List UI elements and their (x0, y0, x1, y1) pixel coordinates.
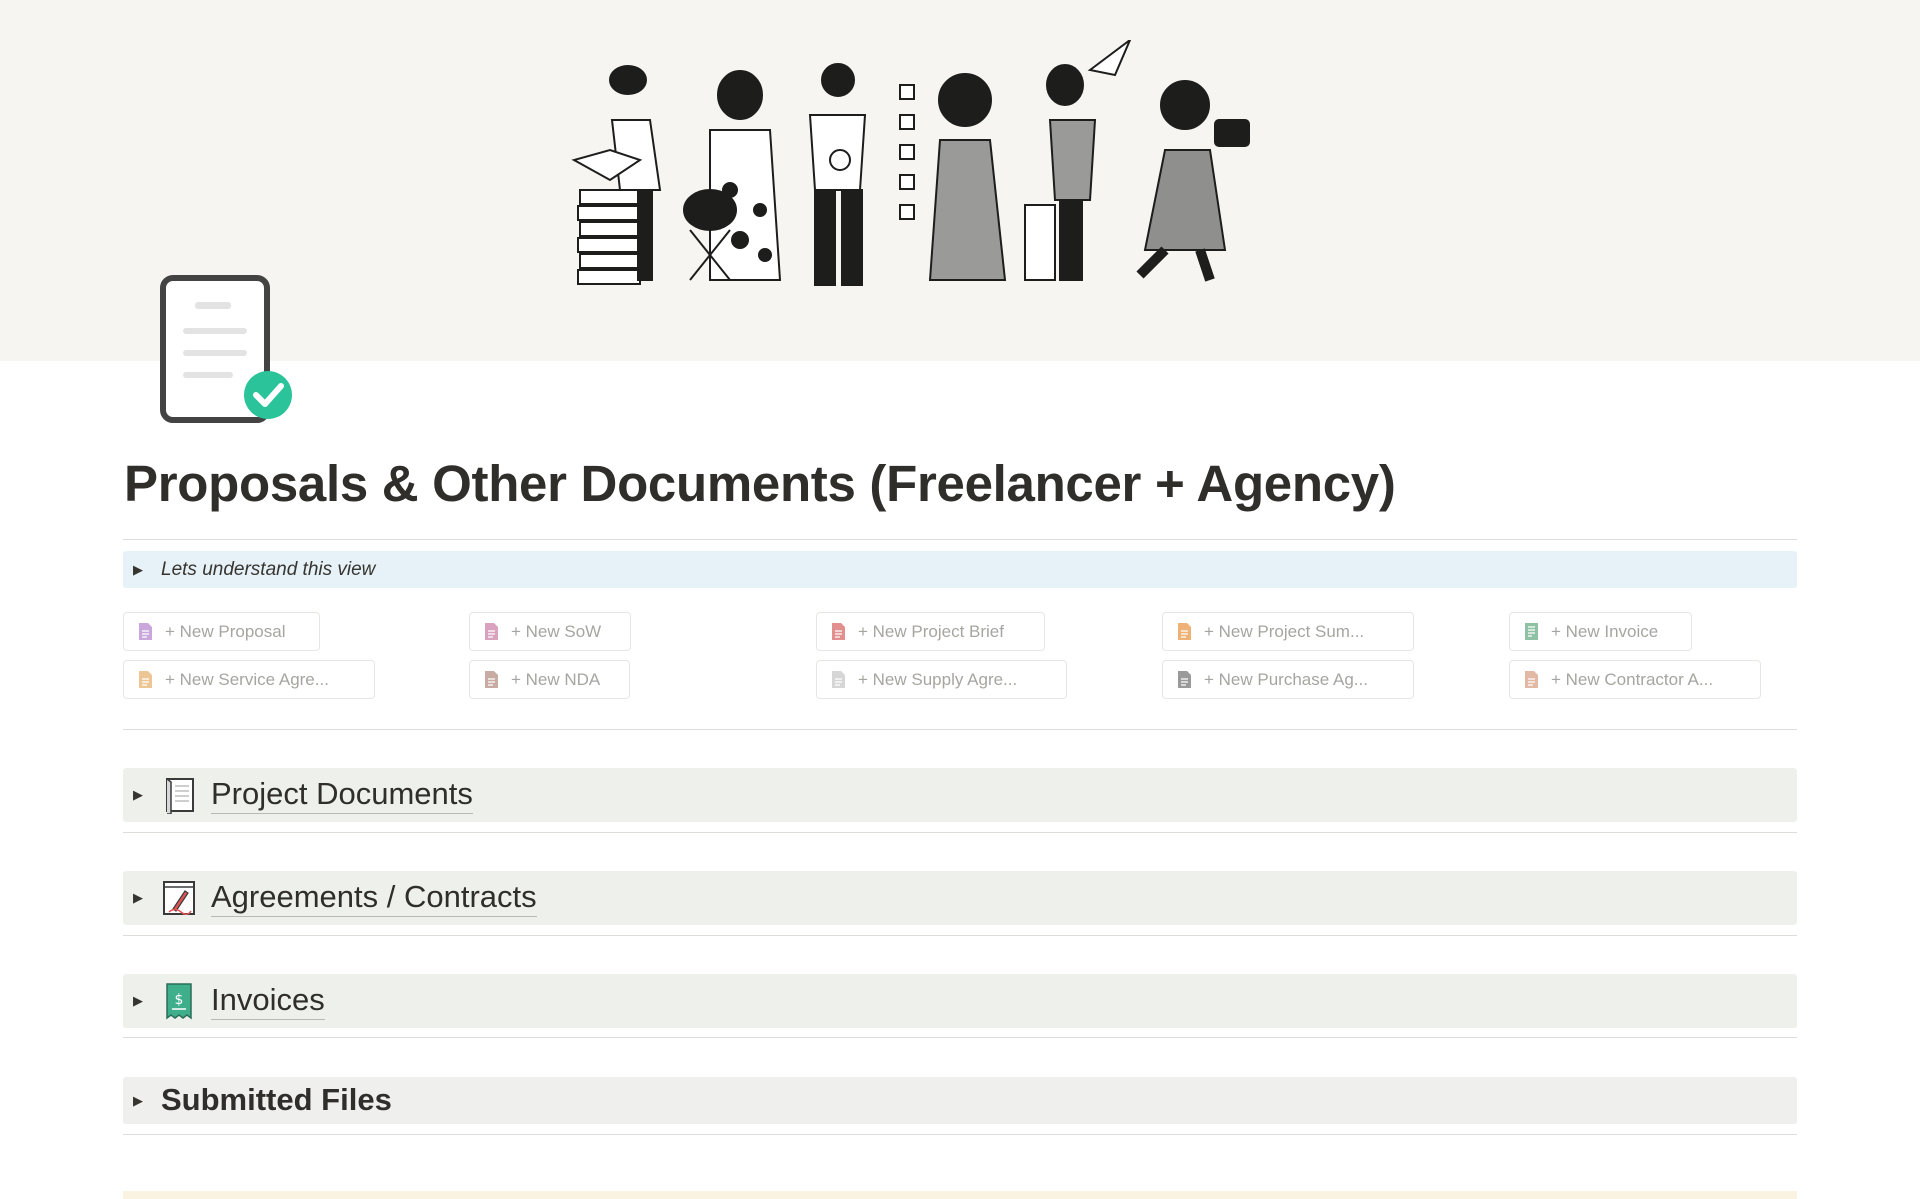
svg-text:$: $ (175, 992, 184, 1008)
new-project-summary-button[interactable]: + New Project Sum... (1162, 612, 1414, 651)
document-icon (484, 622, 499, 641)
invoice-icon (1524, 622, 1539, 641)
agreements-contracts-toggle[interactable]: ▶ Agreements / Contracts (123, 871, 1797, 925)
new-project-brief-button[interactable]: + New Project Brief (816, 612, 1045, 651)
next-block (123, 1191, 1797, 1199)
new-contractor-agreement-button[interactable]: + New Contractor A... (1509, 660, 1761, 699)
section-title[interactable]: Agreements / Contracts (211, 879, 537, 917)
toggle-triangle-icon[interactable]: ▶ (133, 1093, 161, 1109)
document-icon (138, 622, 153, 641)
document-icon (138, 670, 153, 689)
section-title: Submitted Files (161, 1082, 392, 1117)
callout-toggle[interactable]: ▶ Lets understand this view (123, 551, 1797, 588)
divider (123, 935, 1797, 936)
divider (123, 1134, 1797, 1135)
document-icon (831, 670, 846, 689)
new-purchase-agreement-button[interactable]: + New Purchase Ag... (1162, 660, 1414, 699)
document-icon (484, 670, 499, 689)
new-sow-button[interactable]: + New SoW (469, 612, 631, 651)
callout-text: Lets understand this view (161, 558, 376, 580)
people-illustration (571, 40, 1250, 286)
document-icon (1177, 622, 1192, 641)
notebook-icon (161, 776, 197, 815)
divider (123, 832, 1797, 833)
invoices-toggle[interactable]: ▶ $ Invoices (123, 974, 1797, 1028)
section-title[interactable]: Invoices (211, 982, 325, 1020)
contract-pen-icon (161, 879, 197, 917)
document-icon (1177, 670, 1192, 689)
document-icon (1524, 670, 1539, 689)
document-check-icon (155, 270, 305, 430)
toggle-triangle-icon[interactable]: ▶ (133, 890, 161, 906)
page-title: Proposals & Other Documents (Freelancer … (124, 455, 1396, 512)
receipt-icon: $ (161, 982, 197, 1020)
new-supply-agreement-button[interactable]: + New Supply Agre... (816, 660, 1067, 699)
toggle-triangle-icon[interactable]: ▶ (133, 993, 161, 1009)
toggle-triangle-icon[interactable]: ▶ (133, 562, 161, 578)
divider (123, 1037, 1797, 1038)
new-nda-button[interactable]: + New NDA (469, 660, 630, 699)
document-icon (831, 622, 846, 641)
divider (123, 729, 1797, 730)
submitted-files-toggle[interactable]: ▶ Submitted Files (123, 1077, 1797, 1124)
new-invoice-button[interactable]: + New Invoice (1509, 612, 1692, 651)
new-proposal-button[interactable]: + New Proposal (123, 612, 320, 651)
project-documents-toggle[interactable]: ▶ Project Documents (123, 768, 1797, 822)
divider (123, 539, 1797, 540)
toggle-triangle-icon[interactable]: ▶ (133, 787, 161, 803)
section-title[interactable]: Project Documents (211, 776, 473, 814)
new-service-agreement-button[interactable]: + New Service Agre... (123, 660, 375, 699)
